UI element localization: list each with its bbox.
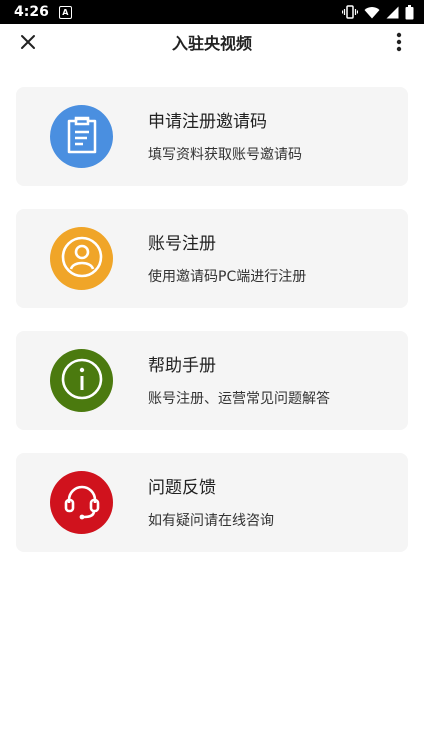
clipboard-icon: [65, 116, 99, 158]
card-description: 填写资料获取账号邀请码: [148, 147, 302, 163]
card-description: 账号注册、运营常见问题解答: [148, 391, 330, 407]
headset-icon: [60, 479, 104, 527]
card-help-manual[interactable]: 帮助手册 账号注册、运营常见问题解答: [16, 331, 408, 430]
battery-icon: [405, 4, 414, 20]
status-time: 4:26: [14, 4, 49, 20]
info-icon: [60, 357, 104, 405]
more-options-button[interactable]: [392, 32, 406, 56]
more-vertical-icon: [396, 32, 402, 56]
signal-icon: [386, 6, 399, 19]
vibrate-icon: [342, 5, 358, 19]
card-icon-circle: [50, 105, 113, 168]
close-button[interactable]: [16, 32, 40, 56]
close-icon: [20, 34, 36, 54]
card-icon-circle: [50, 349, 113, 412]
status-icons: [342, 4, 414, 20]
card-description: 使用邀请码PC端进行注册: [148, 269, 307, 285]
card-apply-invite-code[interactable]: 申请注册邀请码 填写资料获取账号邀请码: [16, 87, 408, 186]
wifi-icon: [364, 6, 380, 19]
card-title: 问题反馈: [148, 478, 216, 498]
notification-icon: A: [58, 5, 72, 19]
entry-card-list: 申请注册邀请码 填写资料获取账号邀请码 账号注册 使用邀请码PC端进行注册 帮助…: [16, 87, 408, 575]
card-icon-circle: [50, 471, 113, 534]
card-title: 申请注册邀请码: [148, 112, 267, 132]
card-account-register[interactable]: 账号注册 使用邀请码PC端进行注册: [16, 209, 408, 308]
card-icon-circle: [50, 227, 113, 290]
status-bar: 4:26 A: [0, 0, 424, 24]
card-title: 帮助手册: [148, 356, 216, 376]
card-description: 如有疑问请在线咨询: [148, 513, 274, 529]
app-bar: 入驻央视频: [0, 24, 424, 64]
user-icon: [60, 235, 104, 283]
page-title: 入驻央视频: [171, 34, 252, 53]
card-title: 账号注册: [148, 234, 216, 254]
card-feedback[interactable]: 问题反馈 如有疑问请在线咨询: [16, 453, 408, 552]
